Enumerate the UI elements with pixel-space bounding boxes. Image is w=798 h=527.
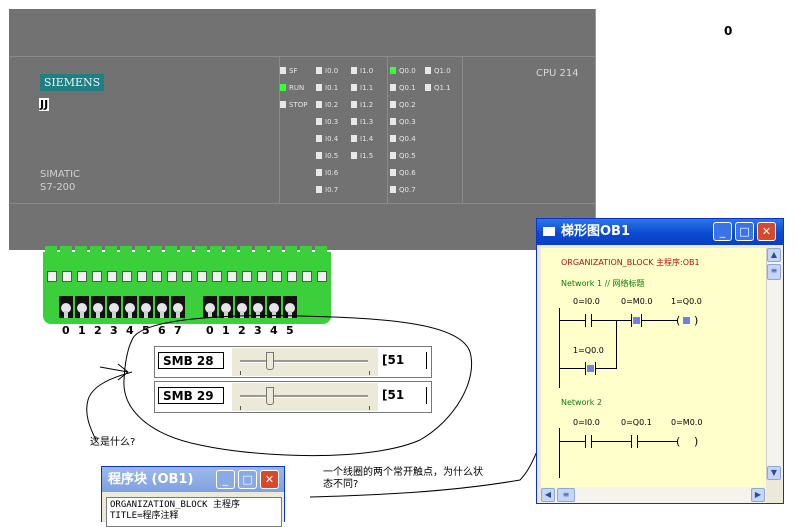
contact-bar xyxy=(585,362,586,375)
scroll-down-icon[interactable]: ▼ xyxy=(767,466,781,480)
wire xyxy=(642,320,678,321)
scroll-thumb[interactable]: ≡ xyxy=(767,264,781,280)
window-icon xyxy=(543,227,555,236)
n1-coil-label: 1=Q0.0 xyxy=(671,297,702,306)
maximize-icon[interactable]: □ xyxy=(735,222,754,241)
wire xyxy=(592,320,631,321)
scroll-left-icon[interactable]: ◀ xyxy=(541,488,555,502)
program-line: TITLE=程序注释 xyxy=(110,511,179,521)
annotation-question1: 这是什么? xyxy=(90,437,136,448)
program-block-window: 程序块 (OB1) _ □ ✕ ORGANIZATION_BLOCK 主程序 T… xyxy=(101,466,285,527)
minimize-icon[interactable]: _ xyxy=(216,470,235,489)
wire xyxy=(559,368,585,369)
ladder-header: ORGANIZATION_BLOCK 主程序:OB1 xyxy=(561,258,700,267)
n1-contact2-label: 0=M0.0 xyxy=(621,297,653,306)
scroll-up-icon[interactable]: ▲ xyxy=(767,248,781,262)
close-icon[interactable]: ✕ xyxy=(260,470,279,489)
coil-left: ( xyxy=(676,435,681,448)
coil-left: ( xyxy=(676,314,681,327)
maximize-icon[interactable]: □ xyxy=(238,470,257,489)
ladder-window: 梯形图OB1 _ □ ✕ ORGANIZATION_BLOCK 主程序:OB1 … xyxy=(536,218,784,504)
coil-block xyxy=(683,317,690,324)
contact-bar xyxy=(631,314,632,327)
branch-contact-block xyxy=(587,365,594,372)
nc-contact-block xyxy=(633,317,640,324)
coil-right: ) xyxy=(694,314,699,327)
n1-branch-label: 1=Q0.0 xyxy=(573,346,604,355)
scroll-thumb-h[interactable]: ≡ xyxy=(557,488,575,502)
n1-contact1-label: 0=I0.0 xyxy=(573,297,600,306)
n2-coil-label: 0=M0.0 xyxy=(671,418,703,427)
scroll-right-icon[interactable]: ▶ xyxy=(751,488,765,502)
close-icon[interactable]: ✕ xyxy=(757,222,776,241)
program-line: ORGANIZATION_BLOCK 主程序 xyxy=(110,500,240,510)
program-window-title: 程序块 (OB1) xyxy=(108,472,194,487)
n2-contact1-label: 0=I0.0 xyxy=(573,418,600,427)
wire xyxy=(638,441,678,442)
wire xyxy=(559,320,585,321)
ladder-diagram-pane[interactable]: ORGANIZATION_BLOCK 主程序:OB1 Network 1 // … xyxy=(541,248,766,503)
wire xyxy=(592,441,631,442)
ladder-window-title: 梯形图OB1 xyxy=(561,224,631,239)
minimize-icon[interactable]: _ xyxy=(713,222,732,241)
power-rail xyxy=(559,428,560,478)
program-text-area[interactable]: ORGANIZATION_BLOCK 主程序 TITLE=程序注释 xyxy=(106,497,282,527)
contact-bar xyxy=(631,435,632,448)
n2-contact2-label: 0=Q0.1 xyxy=(621,418,652,427)
coil-right: ) xyxy=(694,435,699,448)
network1-title: Network 1 // 网络标题 xyxy=(561,279,645,288)
wire xyxy=(596,368,616,369)
network2-title: Network 2 xyxy=(561,398,603,407)
annotation-question2: 一个线圈的两个常开触点，为什么状 态不同? xyxy=(323,467,483,490)
contact-bar xyxy=(585,314,586,327)
contact-bar xyxy=(585,435,586,448)
wire xyxy=(616,320,617,369)
wire xyxy=(559,441,585,442)
vertical-scrollbar[interactable]: ▲ ≡ ▼ xyxy=(766,248,782,480)
horizontal-scrollbar[interactable]: ◀ ≡ ▶ xyxy=(541,487,766,503)
